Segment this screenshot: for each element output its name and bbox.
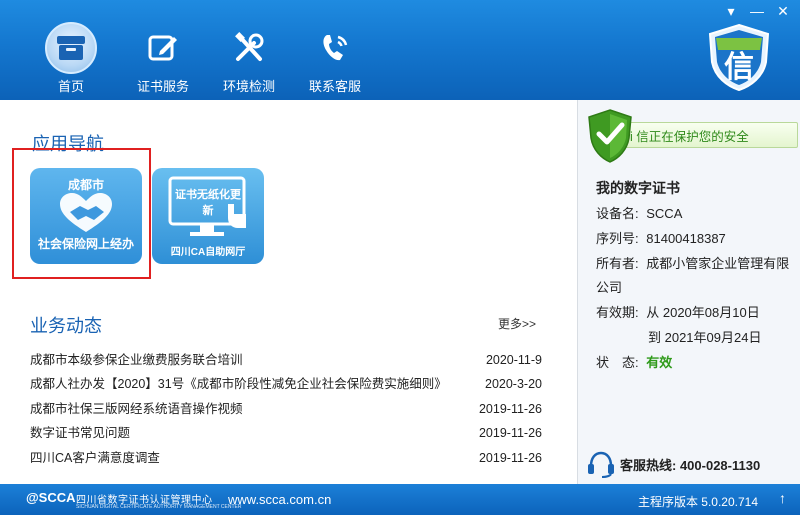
app-social-insurance-city: 成都市 (67, 178, 104, 192)
app-social-insurance-label: 社会保险网上经办 (37, 237, 134, 251)
nav-cert-service-label: 证书服务 (136, 79, 189, 94)
security-banner-text: i 信正在保护您的安全 (630, 130, 749, 144)
list-item[interactable]: 数字证书常见问题 2019-11-26 (30, 421, 542, 445)
footer-bar: @SCCA 四川省数字证书认证管理中心 SICHUAN DIGITAL CERT… (0, 484, 800, 515)
app-social-insurance[interactable]: 成都市 社会保险网上经办 (30, 168, 142, 264)
update-arrow-icon[interactable]: ↑ (779, 490, 786, 506)
footer-org-name-en: SICHUAN DIGITAL CERTIFICATE AUTHORITY MA… (76, 504, 242, 510)
cert-serial-row: 序列号: 81400418387 (596, 228, 726, 247)
news-title[interactable]: 成都人社办发【2020】31号《成都市阶段性减免企业社会保险费实施细则》 (30, 372, 447, 396)
cert-status-label: 状 态: (596, 355, 639, 370)
scca-logo: @SCCA (26, 490, 76, 505)
handshake-heart-icon (60, 193, 112, 232)
list-item[interactable]: 成都人社办发【2020】31号《成都市阶段性减免企业社会保险费实施细则》 202… (30, 372, 542, 396)
cert-title: 我的数字证书 (596, 180, 680, 196)
news-title[interactable]: 成都市社保三版网经系统语音操作视频 (30, 397, 243, 421)
nav-env-check[interactable]: 环境检测 (206, 22, 292, 98)
nav-cert-service[interactable]: 证书服务 (120, 22, 206, 98)
nav-env-check-label: 环境检测 (222, 79, 275, 94)
list-item[interactable]: 成都市社保三版网经系统语音操作视频 2019-11-26 (30, 397, 542, 421)
app-self-service-label: 四川CA自助网厅 (170, 247, 246, 258)
news-title[interactable]: 数字证书常见问题 (30, 421, 130, 445)
news-date: 2020-11-9 (485, 353, 542, 367)
news-title[interactable]: 成都市本级参保企业缴费服务联合培训 (30, 348, 243, 372)
minimize-button[interactable]: — (746, 2, 768, 20)
news-date: 2019-11-26 (478, 450, 542, 465)
list-item[interactable]: 四川CA客户满意度调查 2019-11-26 (30, 446, 542, 470)
news-date: 2020-3-20 (485, 377, 542, 392)
nav-contact-label: 联系客服 (308, 79, 361, 94)
list-item[interactable]: 成都市本级参保企业缴费服务联合培训 2020-11-9 (30, 348, 542, 372)
right-panel: i 信正在保护您的安全 我的数字证书 设备名: SCCA 序列号: 814004… (578, 100, 800, 484)
cert-serial-value: 81400418387 (646, 231, 726, 246)
cert-device-value: SCCA (646, 206, 683, 221)
shield-check-icon (588, 109, 632, 163)
home-box-icon (45, 22, 97, 74)
close-button[interactable]: ✕ (772, 2, 794, 20)
status-badge: 有效 (646, 355, 673, 370)
left-panel: 应用导航 成都市 社会保险网上经办 证书无纸化更新 四川CA自助网厅 业务动态 … (0, 100, 578, 484)
hotline-text: 客服热线: 400-028-1130 (620, 457, 761, 473)
news-date: 2019-11-26 (478, 426, 542, 441)
news-date: 2019-11-26 (478, 401, 542, 416)
cert-valid-to: 到 2021年09月24日 (648, 330, 762, 345)
news-list: 成都市本级参保企业缴费服务联合培训 2020-11-9 成都人社办发【2020】… (30, 348, 542, 470)
footer-version: 主程序版本 5.0.20.714 (637, 495, 758, 509)
cert-status-row: 状 态: 有效 (596, 352, 672, 371)
headset-icon (588, 451, 614, 478)
news-more-link[interactable]: 更多>> (498, 315, 536, 332)
main-nav: 首页 证书服务 环境检测 联系客服 (28, 22, 378, 98)
app-self-service-slogan: 证书无纸化更新 (175, 189, 241, 217)
svg-text:信: 信 (724, 50, 754, 85)
nav-home[interactable]: 首页 (28, 22, 114, 98)
tools-icon (223, 22, 275, 74)
cert-owner-value: 成都小管家企业管理有限 (646, 256, 790, 271)
footer-website-link[interactable]: www.scca.com.cn (228, 492, 331, 507)
cert-validity-label: 有效期: (596, 305, 639, 320)
cert-valid-from: 从 2020年08月10日 (646, 305, 760, 320)
news-section-title: 业务动态 (30, 316, 102, 336)
cert-validity-row: 有效期: 从 2020年08月10日 (596, 302, 760, 321)
hotline: 客服热线: 400-028-1130 (586, 450, 760, 478)
cert-device-row: 设备名: SCCA (596, 203, 682, 222)
cert-serial-label: 序列号: (596, 231, 639, 246)
cert-device-label: 设备名: (596, 206, 639, 221)
window-controls: ▾ — ✕ (720, 2, 794, 20)
app-self-service-hall[interactable]: 证书无纸化更新 四川CA自助网厅 (152, 168, 264, 264)
news-title[interactable]: 四川CA客户满意度调查 (30, 446, 160, 470)
phone-icon (309, 22, 361, 74)
nav-contact[interactable]: 联系客服 (292, 22, 378, 98)
xin-shield-logo: 信 (706, 22, 772, 92)
menu-dropdown-button[interactable]: ▾ (720, 2, 742, 20)
cert-owner-row: 所有者: 成都小管家企业管理有限 (596, 253, 789, 272)
edit-icon (137, 22, 189, 74)
cert-owner-value-line2: 公司 (596, 280, 623, 295)
nav-home-label: 首页 (57, 79, 84, 94)
header-bar: ▾ — ✕ 首页 证书服务 环境检测 联系客服 信 (0, 0, 800, 100)
cert-owner-label: 所有者: (596, 256, 639, 271)
